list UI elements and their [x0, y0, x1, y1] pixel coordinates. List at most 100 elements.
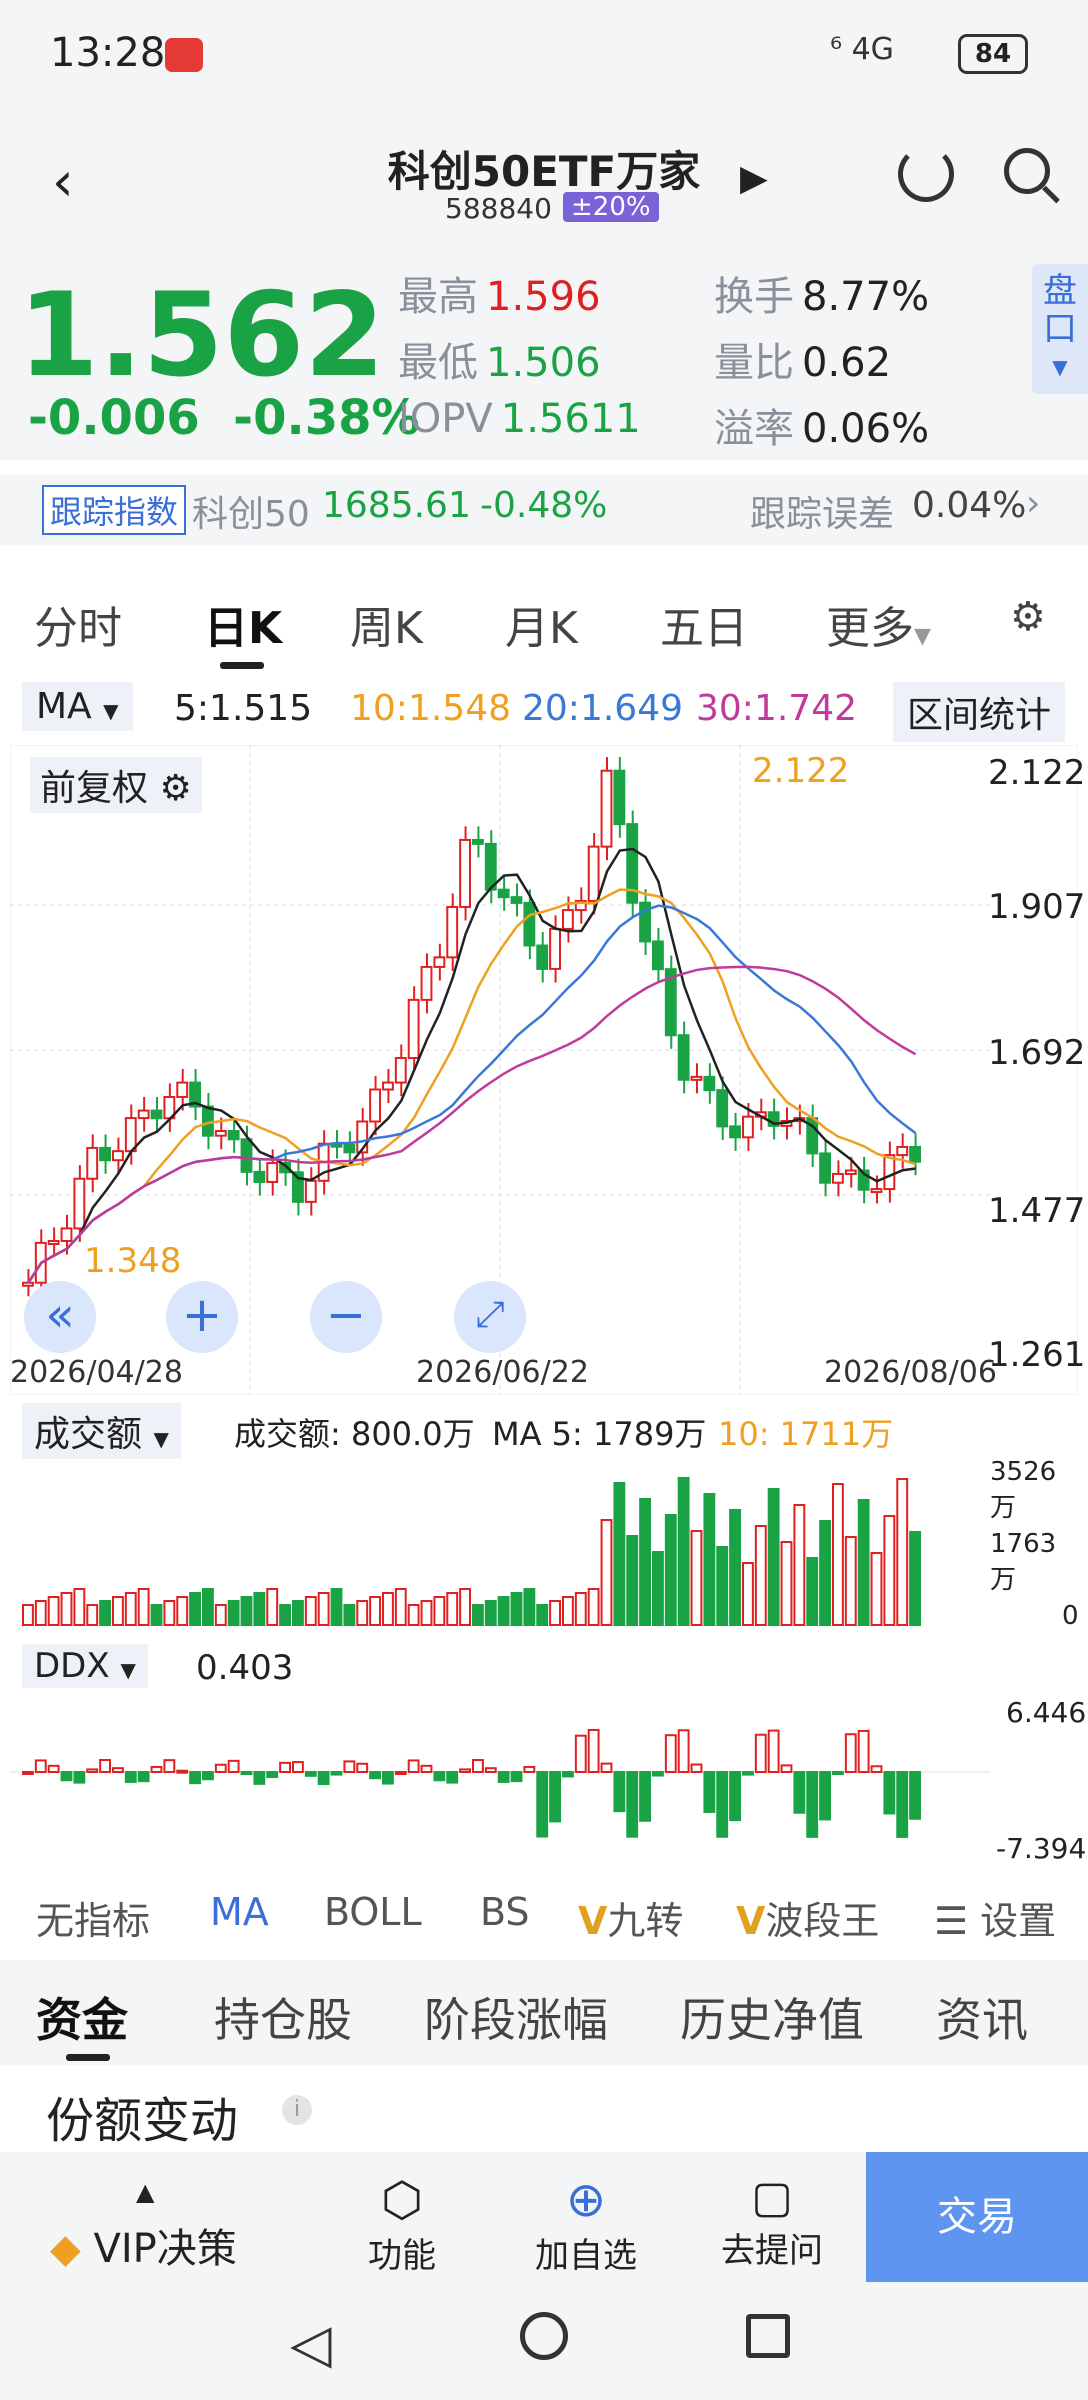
ddx-bars [22, 1728, 922, 1838]
ind-boduanwang-label: 波段王 [765, 1899, 880, 1943]
trade-button[interactable]: 交易 [866, 2152, 1088, 2282]
ind-ma[interactable]: MA [210, 1890, 269, 1934]
gear-icon[interactable]: ⚙ [1010, 594, 1046, 640]
ddx-bar [22, 1771, 34, 1775]
tab-five-day[interactable]: 五日 [660, 592, 748, 656]
ddx-bar [163, 1759, 176, 1774]
tracking-index-row[interactable]: 跟踪指数 科创50 1685.61 -0.48% 跟踪误差 0.04% › [0, 475, 1088, 545]
ddx-bar [99, 1759, 112, 1773]
turnover-label: 换手 [714, 274, 794, 320]
volume-bar [870, 1552, 883, 1626]
y-tick-4: 1.477 [988, 1191, 1086, 1231]
ddx-bar [587, 1728, 600, 1773]
volume-bar [536, 1604, 549, 1626]
ma10-value: 10:1.548 [350, 688, 511, 729]
volume-header: 成交额 ▼ 成交额: 800.0万 MA 5: 1789万 10: 1711万 [0, 1395, 1088, 1459]
ind-settings[interactable]: ☰ 设置 [934, 1890, 1056, 1945]
ddx-bar [613, 1771, 626, 1813]
notification-app-icon [165, 38, 203, 72]
volume-bar [703, 1493, 716, 1626]
candle-body [472, 838, 484, 845]
tab-weekly-k[interactable]: 周K [350, 592, 423, 656]
function-button[interactable]: ⬡ 功能 [312, 2172, 492, 2277]
volume-bar [112, 1596, 124, 1626]
tab-nav-history[interactable]: 历史净值 [680, 1984, 864, 2050]
candle-body [227, 1129, 240, 1141]
premium-value: 0.06% [802, 406, 930, 452]
tab-holdings[interactable]: 持仓股 [214, 1984, 352, 2050]
zoom-in-icon[interactable]: + [166, 1281, 238, 1353]
volume-bar [433, 1596, 446, 1626]
vip-decision-button[interactable]: ◆ VIP决策 [50, 2216, 237, 2274]
range-stats-button[interactable]: 区间统计 [893, 682, 1066, 742]
tab-monthly-k[interactable]: 月K [505, 592, 578, 656]
change-pct: -0.38% [233, 390, 420, 446]
nav-recents-icon[interactable] [746, 2314, 790, 2358]
volume-bar [420, 1600, 433, 1626]
ind-jiuzhuan[interactable]: V九转 [578, 1890, 683, 1945]
scroll-left-icon[interactable]: « [24, 1281, 96, 1353]
volume-bar [382, 1592, 394, 1626]
ask-question-button[interactable]: ▢ 去提问 [682, 2172, 862, 2272]
nav-home-icon[interactable] [520, 2312, 568, 2360]
ddx-bar [60, 1771, 73, 1782]
volume-chart: 3526万 1763万 0 [10, 1455, 1079, 1631]
ddx-bar [369, 1771, 381, 1780]
ind-settings-label: 设置 [980, 1899, 1057, 1943]
ddx-bar [279, 1761, 291, 1773]
current-price: 1.562 [18, 268, 385, 403]
candle-body [86, 1146, 99, 1180]
ma30-value: 30:1.742 [696, 688, 857, 729]
add-watchlist-label: 加自选 [535, 2236, 637, 2276]
fund-tab-indicator [66, 2054, 110, 2061]
tab-intraday[interactable]: 分时 [34, 592, 122, 656]
candlestick-chart[interactable]: 前复权 ⚙ 2.122 1.907 1.692 1.477 1.261 2.12… [10, 745, 1085, 1395]
header: ‹ 科创50ETF万家 588840 ±20% ▶ [0, 110, 1088, 240]
volume-bar [523, 1588, 536, 1626]
volume-bar [356, 1600, 369, 1626]
ddx-bar [382, 1771, 394, 1785]
add-watchlist-button[interactable]: ⊕ 加自选 [496, 2172, 676, 2277]
fullscreen-icon[interactable]: ⤢ [454, 1281, 526, 1353]
ddx-bar [240, 1771, 253, 1775]
tracking-index-tag: 跟踪指数 [42, 485, 187, 535]
nav-back-icon[interactable]: ◁ [290, 2312, 332, 2375]
bottom-toolbar: ▲ ◆ VIP决策 ⬡ 功能 ⊕ 加自选 ▢ 去提问 交易 [0, 2152, 1088, 2282]
adjust-selector[interactable]: 前复权 ⚙ [30, 757, 202, 813]
ddx-bar [703, 1771, 716, 1813]
candle-body [112, 1150, 124, 1162]
ind-bs[interactable]: BS [480, 1890, 530, 1934]
candle-body [510, 896, 523, 904]
tab-stage-returns[interactable]: 阶段涨幅 [424, 1984, 608, 2050]
ind-boll[interactable]: BOLL [324, 1890, 422, 1934]
next-fund-icon[interactable]: ▶ [740, 158, 768, 199]
search-icon[interactable] [1004, 148, 1050, 194]
expand-up-icon[interactable]: ▲ [136, 2178, 154, 2206]
volume-selector[interactable]: 成交额 ▼ [22, 1403, 181, 1459]
ddx-selector[interactable]: DDX ▼ [22, 1644, 148, 1688]
indicator-selector[interactable]: MA ▼ [22, 682, 133, 731]
refresh-icon[interactable] [898, 146, 954, 202]
ask-question-label: 去提问 [721, 2231, 823, 2271]
low-row: 最低 1.506 [398, 330, 601, 388]
ind-boduanwang[interactable]: V波段王 [736, 1890, 879, 1945]
tab-funds[interactable]: 资金 [36, 1984, 128, 2050]
volume-bar [124, 1592, 137, 1626]
ddx-tick-bottom: -7.394 [996, 1832, 1087, 1865]
info-icon[interactable]: i [282, 2095, 312, 2125]
volume-bar [806, 1557, 819, 1626]
volume-bar [883, 1515, 896, 1626]
volume-bar [652, 1551, 664, 1626]
vol-tick-zero: 0 [1062, 1601, 1079, 1631]
tab-daily-k[interactable]: 日K [204, 592, 282, 656]
vol-ratio-value: 0.62 [802, 340, 892, 386]
order-book-button[interactable]: 盘口 ▼ [1032, 264, 1088, 394]
volume-bar [574, 1592, 587, 1626]
chevron-down-icon: ▼ [1052, 355, 1068, 379]
zoom-out-icon[interactable]: − [310, 1281, 382, 1353]
ind-none[interactable]: 无指标 [36, 1890, 150, 1945]
tab-more[interactable]: 更多▼ [826, 592, 931, 656]
volume-bar [484, 1600, 497, 1626]
tab-news[interactable]: 资讯 [936, 1984, 1028, 2050]
ddx-bar [510, 1771, 523, 1783]
